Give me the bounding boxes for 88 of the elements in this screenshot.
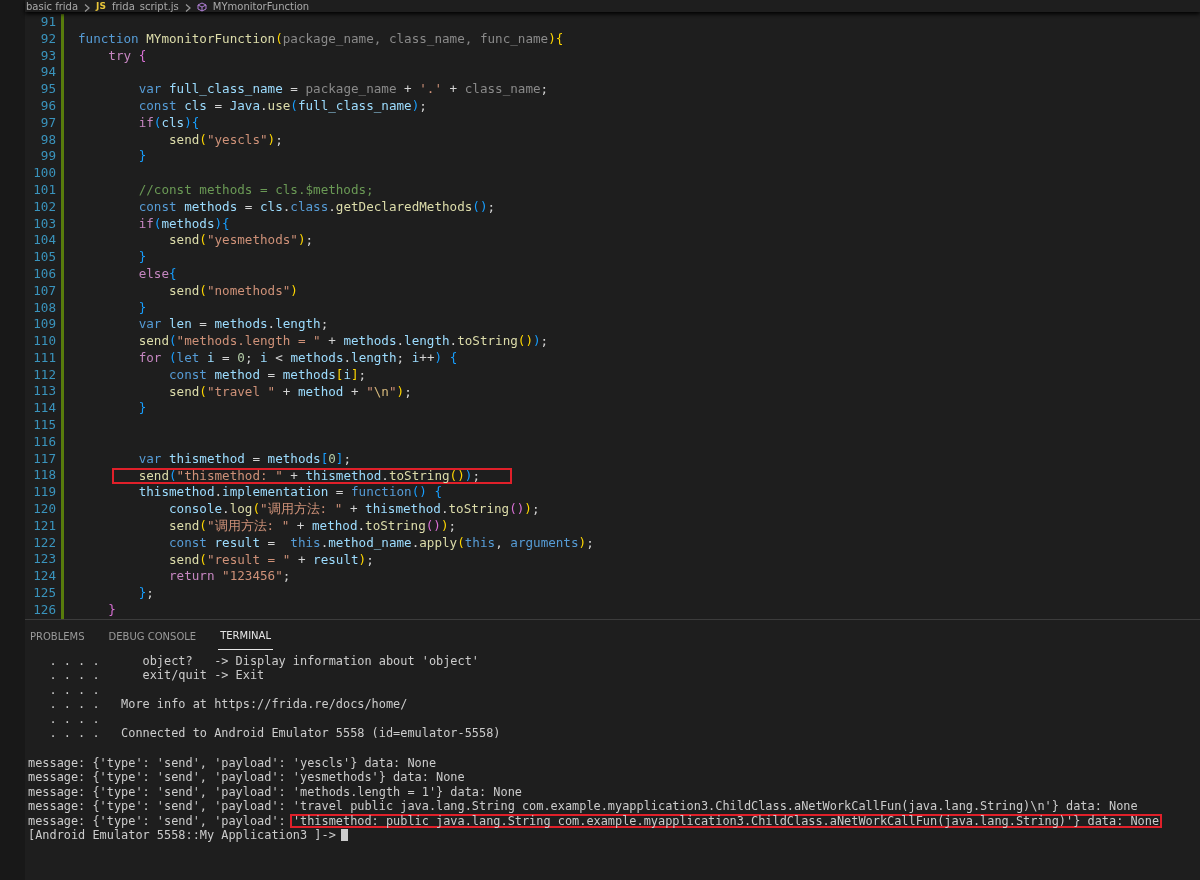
- breadcrumb-item[interactable]: basic frida: [26, 1, 79, 12]
- code-line: var len = methods.length;: [137, 316, 329, 334]
- line-number: 120: [32, 500, 57, 519]
- code-line: }: [137, 299, 147, 317]
- line-number: 126: [32, 600, 57, 619]
- line-number: 94: [39, 63, 57, 82]
- code-line: var full_class_name = package_name + '.' + class_name;: [137, 81, 549, 98]
- code-line: send("yesmethods");: [168, 232, 314, 250]
- line-number: 96: [39, 96, 57, 115]
- code-line: for (let i = 0; i < methods.length; i++) {: [137, 349, 458, 367]
- terminal-prompt: [Android Emulator 5558::My Application3 ]->: [28, 828, 336, 843]
- line-number: 117: [32, 449, 57, 468]
- chevron-icon: [184, 4, 191, 12]
- line-number: 92: [39, 29, 57, 48]
- code-line: return "123456";: [168, 568, 291, 586]
- terminal-line: . . . . Connected to Android Emulator 5558 (id=emulator-5558): [48, 726, 502, 741]
- cursor-icon: [340, 829, 348, 842]
- code-line: send("nomethods"): [168, 282, 298, 300]
- terminal-line: message: {'type': 'send', 'payload': 'yescls'} data: None: [28, 755, 438, 771]
- line-number: 104: [32, 231, 57, 250]
- line-number: 112: [32, 365, 57, 384]
- code-line: send("yescls");: [168, 131, 283, 149]
- code-line: };: [137, 585, 154, 602]
- line-number: 118: [32, 466, 57, 485]
- line-number: 122: [32, 533, 57, 552]
- code-line: send("methods.length = " + methods.length.toString());: [137, 333, 549, 350]
- line-number: 105: [32, 248, 57, 267]
- terminal-line: . . . . object? -> Display information about 'object': [48, 653, 480, 669]
- line-number: 99: [39, 147, 57, 166]
- line-number: 97: [39, 113, 57, 132]
- line-number: 103: [32, 214, 57, 233]
- line-number: 113: [32, 382, 57, 401]
- terminal-line: . . . .: [48, 682, 101, 698]
- line-number: 95: [39, 80, 57, 99]
- code-line: try {: [107, 47, 147, 65]
- terminal-line: . . . .: [48, 711, 101, 727]
- line-number: 119: [32, 483, 57, 502]
- code-line: var thismethod = methods[0];: [137, 450, 352, 468]
- line-number: 106: [32, 264, 57, 283]
- terminal-line: . . . . More info at https://frida.re/docs/home/: [48, 697, 409, 712]
- terminal-line: message: {'type': 'send', 'payload': 'travel public java.lang.String com.example.myapplication3.ChildClass.aNetWorkCallFun(java.lang.String)\n'} data: None: [28, 799, 1139, 814]
- code-line: console.log("调用方法: " + thismethod.toString());: [168, 501, 540, 518]
- panel-tab[interactable]: DEBUG CONSOLE: [106, 627, 199, 650]
- panel-tab[interactable]: TERMINAL: [218, 627, 273, 650]
- line-number: 110: [32, 332, 57, 351]
- code-line: const method = methods[i];: [168, 366, 367, 384]
- line-number: 125: [32, 584, 57, 603]
- code-line: }: [137, 400, 147, 418]
- terminal-line: message: {'type': 'send', 'payload': 'methods.length = 1'} data: None: [28, 784, 523, 800]
- code-line: }: [107, 601, 116, 619]
- code-line: send("result = " + result);: [168, 551, 374, 569]
- code-line: thismethod.implementation = function() {: [137, 484, 442, 502]
- code-line: send("调用方法: " + method.toString());: [168, 517, 457, 535]
- line-number: 114: [32, 399, 57, 418]
- code-line: if(cls){: [137, 114, 200, 132]
- line-number: 115: [32, 416, 57, 435]
- line-number: 91: [39, 12, 57, 31]
- line-number: 98: [39, 130, 57, 149]
- code-line: send("travel " + method + "\n");: [168, 383, 412, 401]
- code-line: if(methods){: [137, 215, 230, 233]
- line-number: 101: [32, 180, 57, 199]
- line-number: 123: [32, 550, 57, 569]
- line-number: 121: [32, 516, 57, 535]
- line-number: 109: [32, 315, 57, 334]
- line-number: 93: [39, 46, 57, 65]
- code-line: const methods = cls.class.getDeclaredMethods();: [137, 198, 496, 216]
- file-type-label: JS: [96, 1, 106, 12]
- code-line: function MYmonitorFunction(package_name, class_name, func_name){: [78, 30, 564, 48]
- terminal-line: . . . . exit/quit -> Exit: [48, 668, 266, 683]
- panel-tab[interactable]: PROBLEMS: [28, 627, 87, 650]
- chevron-icon: [84, 4, 91, 12]
- code-line: else{: [137, 265, 177, 283]
- line-number: 116: [32, 432, 57, 451]
- line-number: 108: [32, 298, 57, 317]
- breadcrumb-item[interactable]: frida_script.js: [111, 1, 179, 12]
- cube-icon: [196, 2, 207, 12]
- line-number: 124: [32, 567, 57, 586]
- code-line: const cls = Java.use(full_class_name);: [137, 98, 427, 115]
- line-number: 111: [32, 348, 57, 367]
- line-number: 107: [32, 281, 57, 300]
- code-line: const result = this.method_name.apply(this, arguments);: [168, 534, 594, 552]
- code-line: //const methods = cls.$methods;: [137, 181, 374, 199]
- line-number: 100: [32, 164, 57, 183]
- code-line: }: [137, 249, 147, 266]
- line-number: 102: [32, 197, 57, 216]
- breadcrumb-item[interactable]: MYmonitorFunction: [212, 1, 310, 12]
- code-line: }: [137, 148, 147, 166]
- terminal-line: message: {'type': 'send', 'payload': 'yesmethods'} data: None: [28, 770, 466, 785]
